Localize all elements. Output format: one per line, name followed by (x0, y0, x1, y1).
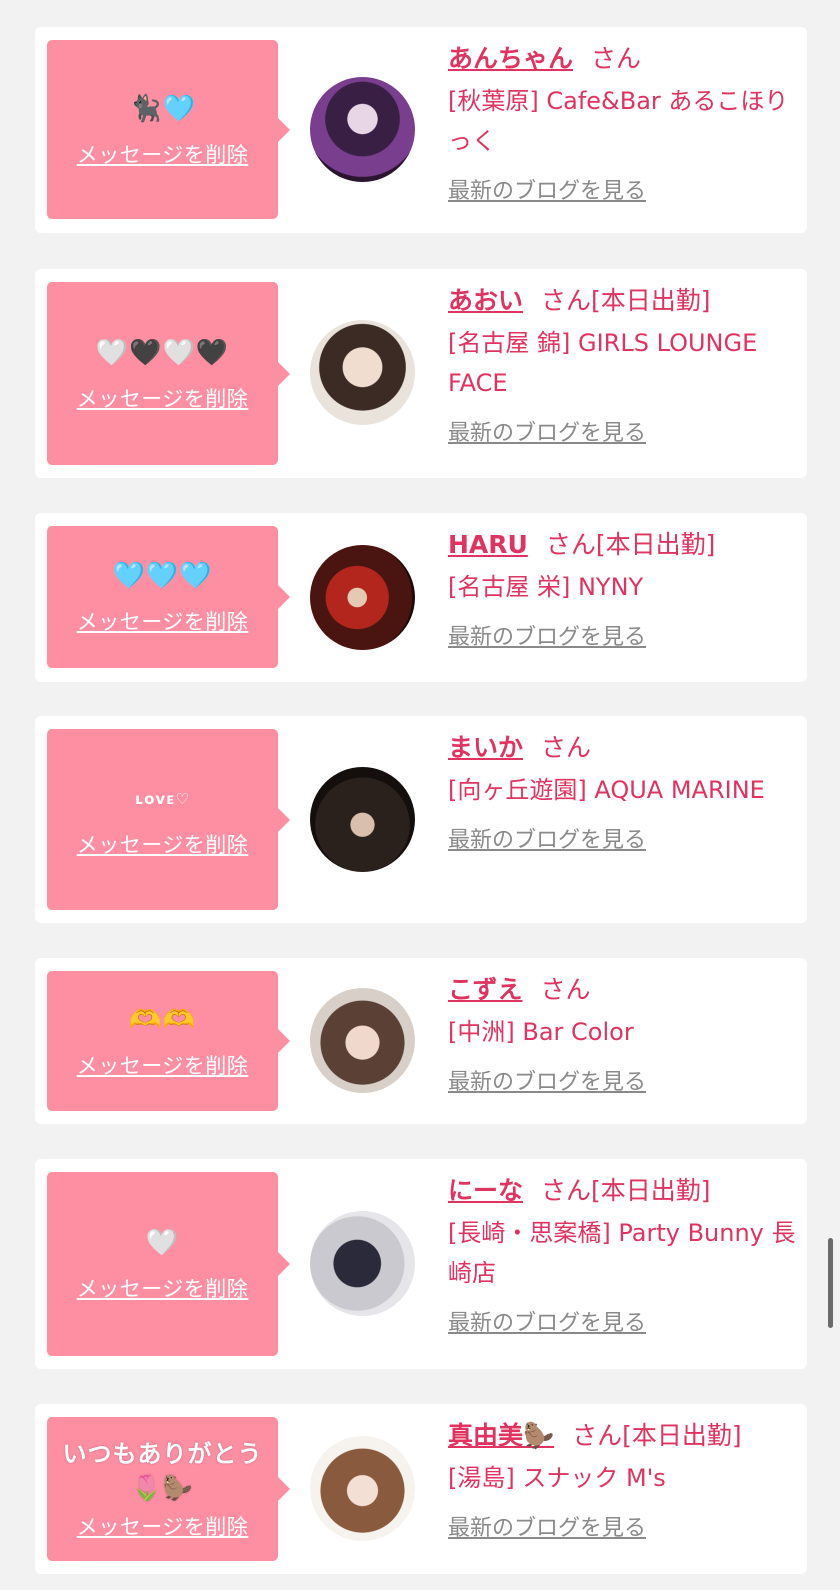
message-bubble: 🤍🖤🤍🖤 メッセージを削除 (47, 282, 290, 465)
name-line: まいか さん (448, 730, 798, 766)
message-card: 🤍🖤🤍🖤 メッセージを削除 あおい さん[本日出勤] [名古屋 錦] GIRLS … (35, 269, 807, 478)
delete-message-link[interactable]: メッセージを削除 (77, 606, 249, 636)
cast-name-link[interactable]: あんちゃん (448, 44, 573, 73)
latest-blog-link[interactable]: 最新のブログを見る (448, 415, 646, 447)
shop-name: [名古屋 栄] NYNY (448, 573, 644, 601)
honorific: さん (541, 733, 592, 762)
delete-message-link[interactable]: メッセージを削除 (77, 1050, 249, 1080)
scrollbar-thumb[interactable] (828, 1238, 833, 1328)
message-bubble: 🫶🫶 メッセージを削除 (47, 971, 290, 1111)
latest-blog-link[interactable]: 最新のブログを見る (448, 619, 646, 651)
cast-info: HARU さん[本日出勤] [名古屋 栄] NYNY 最新のブログを見る (448, 527, 798, 651)
name-line: 真由美🦫 さん[本日出勤] (448, 1418, 798, 1454)
cast-info: まいか さん [向ヶ丘遊園] AQUA MARINE 最新のブログを見る (448, 730, 798, 854)
avatar[interactable] (310, 1436, 415, 1541)
avatar[interactable] (310, 77, 415, 182)
message-text: 🤍🖤🤍🖤 (95, 337, 230, 368)
shop-name: [向ヶ丘遊園] AQUA MARINE (448, 776, 765, 804)
cast-info: にーな さん[本日出勤] [長崎・思案橋] Party Bunny 長崎店 最新の… (448, 1173, 798, 1337)
cast-name-link[interactable]: あおい (448, 286, 523, 315)
message-card: ʟᴏᴠᴇ♡ メッセージを削除 まいか さん [向ヶ丘遊園] AQUA MARINE… (35, 716, 807, 923)
latest-blog-link[interactable]: 最新のブログを見る (448, 173, 646, 205)
shop-name: [秋葉原] Cafe&Bar あるこほりっく (448, 87, 789, 155)
message-text: 🐈‍⬛🩵 (129, 93, 196, 124)
cast-name-link[interactable]: まいか (448, 733, 523, 762)
latest-blog-link[interactable]: 最新のブログを見る (448, 1305, 646, 1337)
shop-name: [名古屋 錦] GIRLS LOUNGE FACE (448, 329, 758, 397)
avatar[interactable] (310, 545, 415, 650)
message-text: 🤍 (145, 1228, 180, 1258)
shop-name: [湯島] スナック M's (448, 1464, 666, 1492)
honorific: さん (572, 1421, 623, 1450)
name-line: あおい さん[本日出勤] (448, 283, 798, 319)
honorific: さん (540, 975, 591, 1004)
status-tag: [本日出勤] (595, 530, 716, 559)
message-card: 🐈‍⬛🩵 メッセージを削除 あんちゃん さん [秋葉原] Cafe&Bar あるこ… (35, 27, 807, 233)
honorific: さん (541, 286, 592, 315)
avatar[interactable] (310, 767, 415, 872)
name-line: こずえ さん (448, 972, 798, 1008)
message-text: いつもありがとう🌷🦫 (62, 1440, 263, 1502)
status-tag: [本日出勤] (591, 1176, 711, 1205)
message-text: 🫶🫶 (129, 1005, 196, 1035)
cast-name-link[interactable]: HARU (448, 530, 528, 559)
delete-message-link[interactable]: メッセージを削除 (77, 829, 249, 859)
honorific: さん (591, 44, 642, 73)
message-bubble: 🐈‍⬛🩵 メッセージを削除 (47, 40, 290, 219)
delete-message-link[interactable]: メッセージを削除 (77, 139, 249, 169)
message-card: 🤍 メッセージを削除 にーな さん[本日出勤] [長崎・思案橋] Party Bu… (35, 1159, 807, 1369)
name-line: HARU さん[本日出勤] (448, 527, 798, 563)
name-line: にーな さん[本日出勤] (448, 1173, 798, 1209)
message-text: ʟᴏᴠᴇ♡ (135, 789, 190, 808)
cast-name-link[interactable]: にーな (448, 1176, 523, 1205)
message-bubble: ʟᴏᴠᴇ♡ メッセージを削除 (47, 729, 290, 910)
delete-message-link[interactable]: メッセージを削除 (77, 1273, 249, 1303)
delete-message-link[interactable]: メッセージを削除 (77, 383, 249, 413)
message-card: 🩵🩵🩵 メッセージを削除 HARU さん[本日出勤] [名古屋 栄] NYNY 最… (35, 513, 807, 682)
cast-name-link[interactable]: こずえ (448, 975, 523, 1004)
message-bubble: 🩵🩵🩵 メッセージを削除 (47, 526, 290, 668)
message-bubble: いつもありがとう🌷🦫 メッセージを削除 (47, 1417, 290, 1561)
latest-blog-link[interactable]: 最新のブログを見る (448, 1064, 646, 1096)
latest-blog-link[interactable]: 最新のブログを見る (448, 822, 646, 854)
cast-name-link[interactable]: 真由美🦫 (448, 1421, 554, 1450)
delete-message-link[interactable]: メッセージを削除 (77, 1511, 249, 1541)
cast-info: こずえ さん [中洲] Bar Color 最新のブログを見る (448, 972, 798, 1096)
message-text: 🩵🩵🩵 (112, 561, 213, 591)
avatar[interactable] (310, 988, 415, 1093)
cast-info: 真由美🦫 さん[本日出勤] [湯島] スナック M's 最新のブログを見る (448, 1418, 798, 1542)
name-line: あんちゃん さん (448, 41, 798, 77)
latest-blog-link[interactable]: 最新のブログを見る (448, 1510, 646, 1542)
status-tag: [本日出勤] (622, 1421, 742, 1450)
message-card: 🫶🫶 メッセージを削除 こずえ さん [中洲] Bar Color 最新のブログを… (35, 958, 807, 1124)
honorific: さん (541, 1176, 592, 1205)
message-bubble: 🤍 メッセージを削除 (47, 1172, 290, 1356)
honorific: さん (545, 530, 596, 559)
avatar[interactable] (310, 320, 415, 425)
message-card: いつもありがとう🌷🦫 メッセージを削除 真由美🦫 さん[本日出勤] [湯島] スナ… (35, 1404, 807, 1574)
cast-info: あおい さん[本日出勤] [名古屋 錦] GIRLS LOUNGE FACE 最新… (448, 283, 798, 447)
avatar[interactable] (310, 1211, 415, 1316)
cast-info: あんちゃん さん [秋葉原] Cafe&Bar あるこほりっく 最新のブログを見る (448, 41, 798, 205)
status-tag: [本日出勤] (591, 286, 711, 315)
shop-name: [中洲] Bar Color (448, 1018, 634, 1046)
shop-name: [長崎・思案橋] Party Bunny 長崎店 (448, 1219, 796, 1287)
